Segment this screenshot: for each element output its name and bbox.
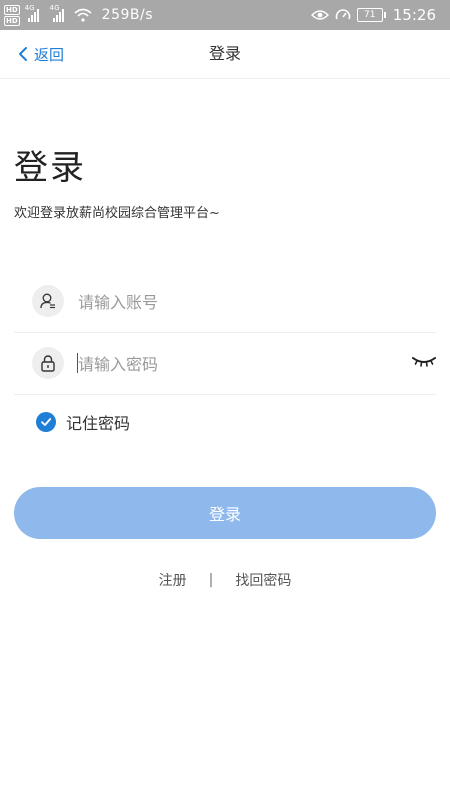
status-time: 15:26 (392, 6, 436, 24)
hd-badge: HD (4, 4, 20, 15)
eye-closed-icon[interactable] (412, 354, 436, 368)
page-title: 登录 (14, 148, 86, 188)
network-type-label: 4G (24, 4, 35, 12)
eye-comfort-icon (310, 10, 329, 20)
network-speed: 259B/s (101, 7, 154, 23)
page-subtitle: 欢迎登录放薪尚校园综合管理平台~ (14, 206, 220, 221)
network-type-label: 4G (49, 4, 60, 12)
remember-checkbox[interactable] (36, 412, 56, 432)
wifi-icon (74, 8, 92, 22)
remember-label: 记住密码 (66, 414, 131, 433)
login-button[interactable]: 登录 (14, 487, 436, 539)
text-cursor (77, 353, 78, 373)
speedometer-icon (335, 9, 351, 20)
status-right: 71 15:26 (310, 0, 436, 30)
nav-title: 登录 (208, 44, 241, 63)
lock-icon (32, 347, 64, 379)
status-left: HD HD 4G 4G 259B/s (4, 0, 153, 30)
hd-badge: HD (4, 15, 20, 26)
remember-password-toggle[interactable]: 记住密码 (36, 410, 130, 434)
auth-links: 注册 | 找回密码 (0, 570, 450, 590)
register-link[interactable]: 注册 (159, 570, 187, 590)
battery-icon: 71 (356, 8, 386, 22)
recover-password-link[interactable]: 找回密码 (235, 570, 291, 590)
hd-badges: HD HD (4, 4, 20, 26)
password-field-row (14, 332, 436, 395)
account-input[interactable] (76, 284, 380, 320)
status-bar: HD HD 4G 4G 259B/s 71 15:26 (0, 0, 450, 30)
nav-bar: 返回 登录 (0, 30, 450, 79)
password-input[interactable] (76, 346, 380, 382)
account-field-row (14, 270, 436, 333)
check-icon (41, 418, 52, 426)
signal-icon: 4G (25, 4, 39, 22)
user-icon (32, 285, 64, 317)
link-separator: | (208, 572, 214, 588)
battery-level: 71 (364, 10, 376, 20)
signal-icon: 4G (50, 4, 64, 22)
